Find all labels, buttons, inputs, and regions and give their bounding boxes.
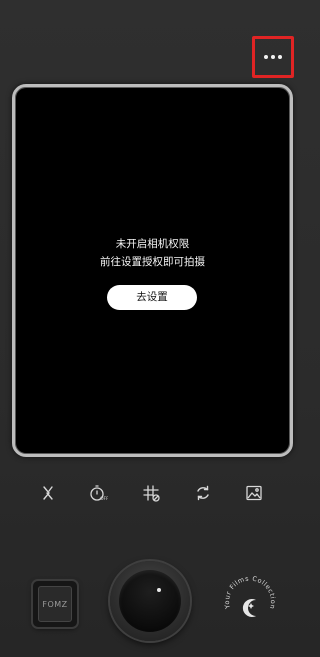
more-dots-icon [264,55,282,59]
grid-off-icon[interactable] [139,480,163,506]
gallery-icon[interactable] [242,480,266,506]
permission-message: 未开启相机权限 前往设置授权即可拍摄 [15,235,290,271]
shutter-inner [119,570,181,632]
camera-toolbar: OFF [0,480,306,506]
permission-line-2: 前往设置授权即可拍摄 [100,256,205,268]
shutter-indicator-dot [157,588,161,592]
film-label: FOMZ [38,586,72,622]
film-selector-button[interactable]: FOMZ [33,581,77,627]
svg-text:OFF: OFF [100,496,108,502]
switch-camera-icon[interactable] [191,480,215,506]
flash-off-icon[interactable] [36,480,60,506]
timer-off-icon[interactable]: OFF [86,480,110,506]
moon-star-icon [242,599,256,617]
go-settings-button[interactable]: 去设置 [107,285,197,310]
shutter-button[interactable] [110,561,190,641]
permission-line-1: 未开启相机权限 [115,238,190,250]
camera-viewfinder: 未开启相机权限 前往设置授权即可拍摄 去设置 [12,84,293,457]
more-options-button[interactable] [252,36,294,78]
films-collection-button[interactable]: Your Films Collection [220,570,280,630]
